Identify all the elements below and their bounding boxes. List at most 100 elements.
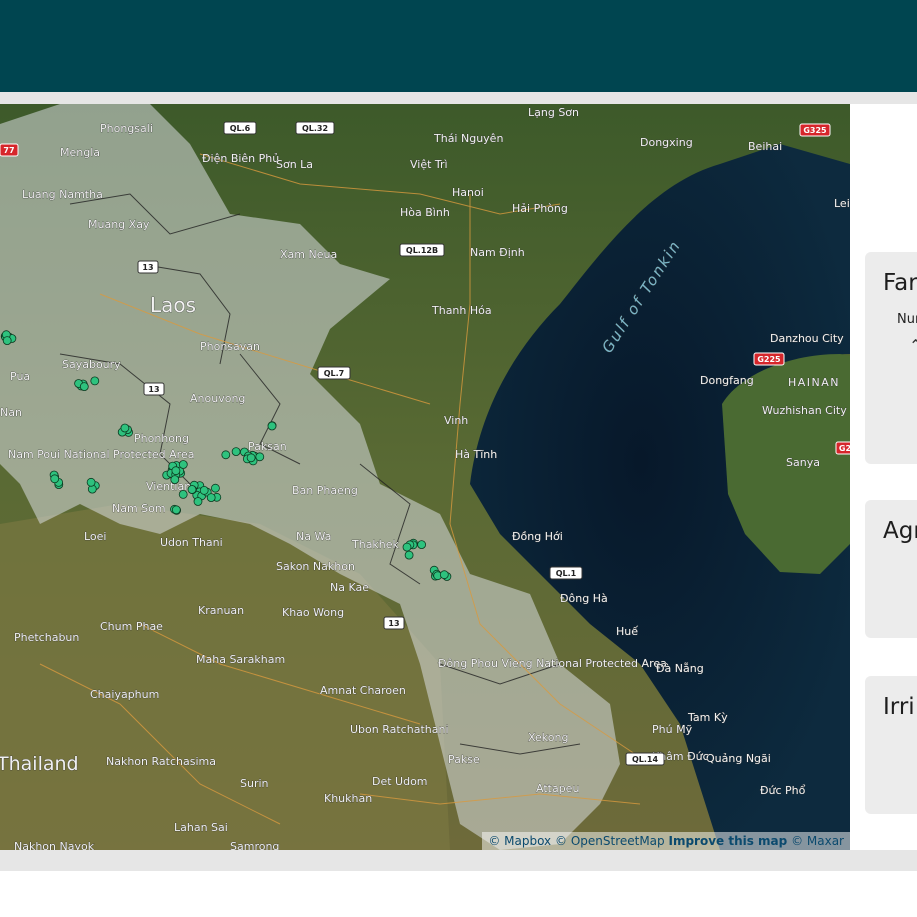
svg-text:13: 13 <box>148 385 159 394</box>
farm-marker[interactable] <box>221 450 231 460</box>
city-label: Chum Phae <box>100 620 163 633</box>
city-label: Đức Phổ <box>760 784 806 797</box>
bottom-bar <box>0 871 917 917</box>
farm-marker[interactable] <box>178 489 188 499</box>
farms-card[interactable]: Far Nur ⌃ <box>865 252 917 464</box>
farms-card-subtitle: Nur <box>897 312 917 327</box>
city-label: Paksan <box>248 440 287 453</box>
city-label: Luang Namtha <box>22 188 103 201</box>
city-label: Phonhong <box>134 432 189 445</box>
road-shield: QL.32 <box>295 121 335 135</box>
farm-marker[interactable] <box>79 382 89 392</box>
farm-marker[interactable] <box>255 452 265 462</box>
road-shield: QL.12B <box>399 243 445 257</box>
svg-text:77: 77 <box>3 146 14 155</box>
city-label: Dongxing <box>640 136 693 149</box>
side-panel: Far Nur ⌃ Agr Irri <box>850 104 917 850</box>
city-label: Huế <box>616 625 638 638</box>
city-label: Đông Hà <box>560 592 608 605</box>
city-label: Loei <box>84 530 107 543</box>
highway-shield: G225 <box>753 352 785 366</box>
country-label-laos: Laos <box>150 293 196 317</box>
svg-text:G325: G325 <box>803 126 827 135</box>
city-label: Tam Kỳ <box>687 711 728 724</box>
top-header-bar <box>0 0 917 92</box>
farm-marker[interactable] <box>50 474 60 484</box>
farm-marker[interactable] <box>246 453 256 463</box>
city-label: Sơn La <box>276 158 313 171</box>
city-label: Nam Định <box>470 246 525 259</box>
city-label: Det Udom <box>372 775 428 788</box>
road-shield: 13 <box>383 616 405 630</box>
improve-map-link[interactable]: Improve this map <box>668 834 787 848</box>
farm-marker[interactable] <box>171 505 181 515</box>
city-label: Maha Sarakham <box>196 653 285 666</box>
farm-marker[interactable] <box>402 542 412 552</box>
highway-shield: 77 <box>0 143 19 157</box>
city-label: Muang Xay <box>88 218 150 231</box>
attribution-maxar-link[interactable]: © Maxar <box>791 834 844 848</box>
highway-shield: G325 <box>799 123 831 137</box>
road-shield: QL.14 <box>625 752 665 766</box>
city-label: Sanya <box>786 456 820 469</box>
farm-marker[interactable] <box>187 485 197 494</box>
farm-marker[interactable] <box>404 550 414 560</box>
farm-marker[interactable] <box>171 466 181 476</box>
city-label: Thakhek <box>351 538 400 551</box>
city-label: Lahan Sai <box>174 821 228 834</box>
city-label: Anouvong <box>190 392 245 405</box>
svg-text:QL.7: QL.7 <box>324 369 345 378</box>
city-label: Điện Biên Phủ <box>202 152 279 165</box>
city-label: Nam Poui National Protected Area <box>8 448 194 461</box>
city-label: Nam Som <box>112 502 166 515</box>
attribution-osm-link[interactable]: © OpenStreetMap <box>555 834 665 848</box>
city-label: Chaiyaphum <box>90 688 159 701</box>
farm-marker[interactable] <box>439 570 449 580</box>
svg-text:QL.6: QL.6 <box>230 124 251 133</box>
city-label: Wuzhishan City <box>762 404 847 417</box>
farm-marker[interactable] <box>417 540 427 550</box>
attribution-mapbox-link[interactable]: © Mapbox <box>488 834 551 848</box>
city-label: Beihai <box>748 140 782 153</box>
map-view[interactable]: Laos Thailand Gulf of Tonkin HAINAN Phon… <box>0 104 850 850</box>
city-label: Đà Nẵng <box>656 662 704 675</box>
city-label: Đông Phou Vieng National Protected Area <box>438 657 667 670</box>
svg-text:G2: G2 <box>839 444 850 453</box>
city-label: Samrong <box>230 840 279 850</box>
farm-marker[interactable] <box>2 336 12 346</box>
farm-marker[interactable] <box>170 475 180 485</box>
road-shield: QL.6 <box>223 121 257 135</box>
agriculture-card-title: Agr <box>883 518 917 544</box>
farms-card-title: Far <box>883 270 917 296</box>
farm-marker[interactable] <box>193 497 203 506</box>
farm-marker[interactable] <box>86 477 96 487</box>
farm-marker[interactable] <box>90 376 100 386</box>
city-label: Dongfang <box>700 374 754 387</box>
agriculture-card[interactable]: Agr <box>865 500 917 638</box>
city-label: Thái Nguyên <box>433 132 503 145</box>
map-attribution: © Mapbox © OpenStreetMap Improve this ma… <box>482 832 850 850</box>
city-label: Phú Mỹ <box>652 723 693 736</box>
farm-marker[interactable] <box>199 485 209 495</box>
farm-marker[interactable] <box>267 421 277 431</box>
city-label: Ban Phaeng <box>292 484 358 497</box>
city-label: Attapeu <box>536 782 579 795</box>
farm-marker[interactable] <box>231 447 241 457</box>
city-label: Thanh Hóa <box>431 304 492 317</box>
map-canvas[interactable]: Laos Thailand Gulf of Tonkin HAINAN Phon… <box>0 104 850 850</box>
svg-text:QL.32: QL.32 <box>302 124 328 133</box>
city-label: Hà Tĩnh <box>455 448 497 461</box>
svg-text:13: 13 <box>142 263 153 272</box>
city-label: Nakhon Ratchasima <box>106 755 216 768</box>
farm-marker[interactable] <box>210 483 220 493</box>
caret-up-icon[interactable]: ⌃ <box>909 336 917 355</box>
irrigation-card[interactable]: Irri <box>865 676 917 814</box>
farm-marker[interactable] <box>178 460 188 469</box>
city-label: Quảng Ngãi <box>706 752 771 765</box>
city-label: Sayaboury <box>62 358 121 371</box>
city-label: Lạng Sơn <box>528 106 579 119</box>
farm-marker[interactable] <box>206 493 216 503</box>
farm-marker[interactable] <box>120 423 130 433</box>
city-label: Udon Thani <box>160 536 223 549</box>
city-label: Vinh <box>444 414 468 427</box>
